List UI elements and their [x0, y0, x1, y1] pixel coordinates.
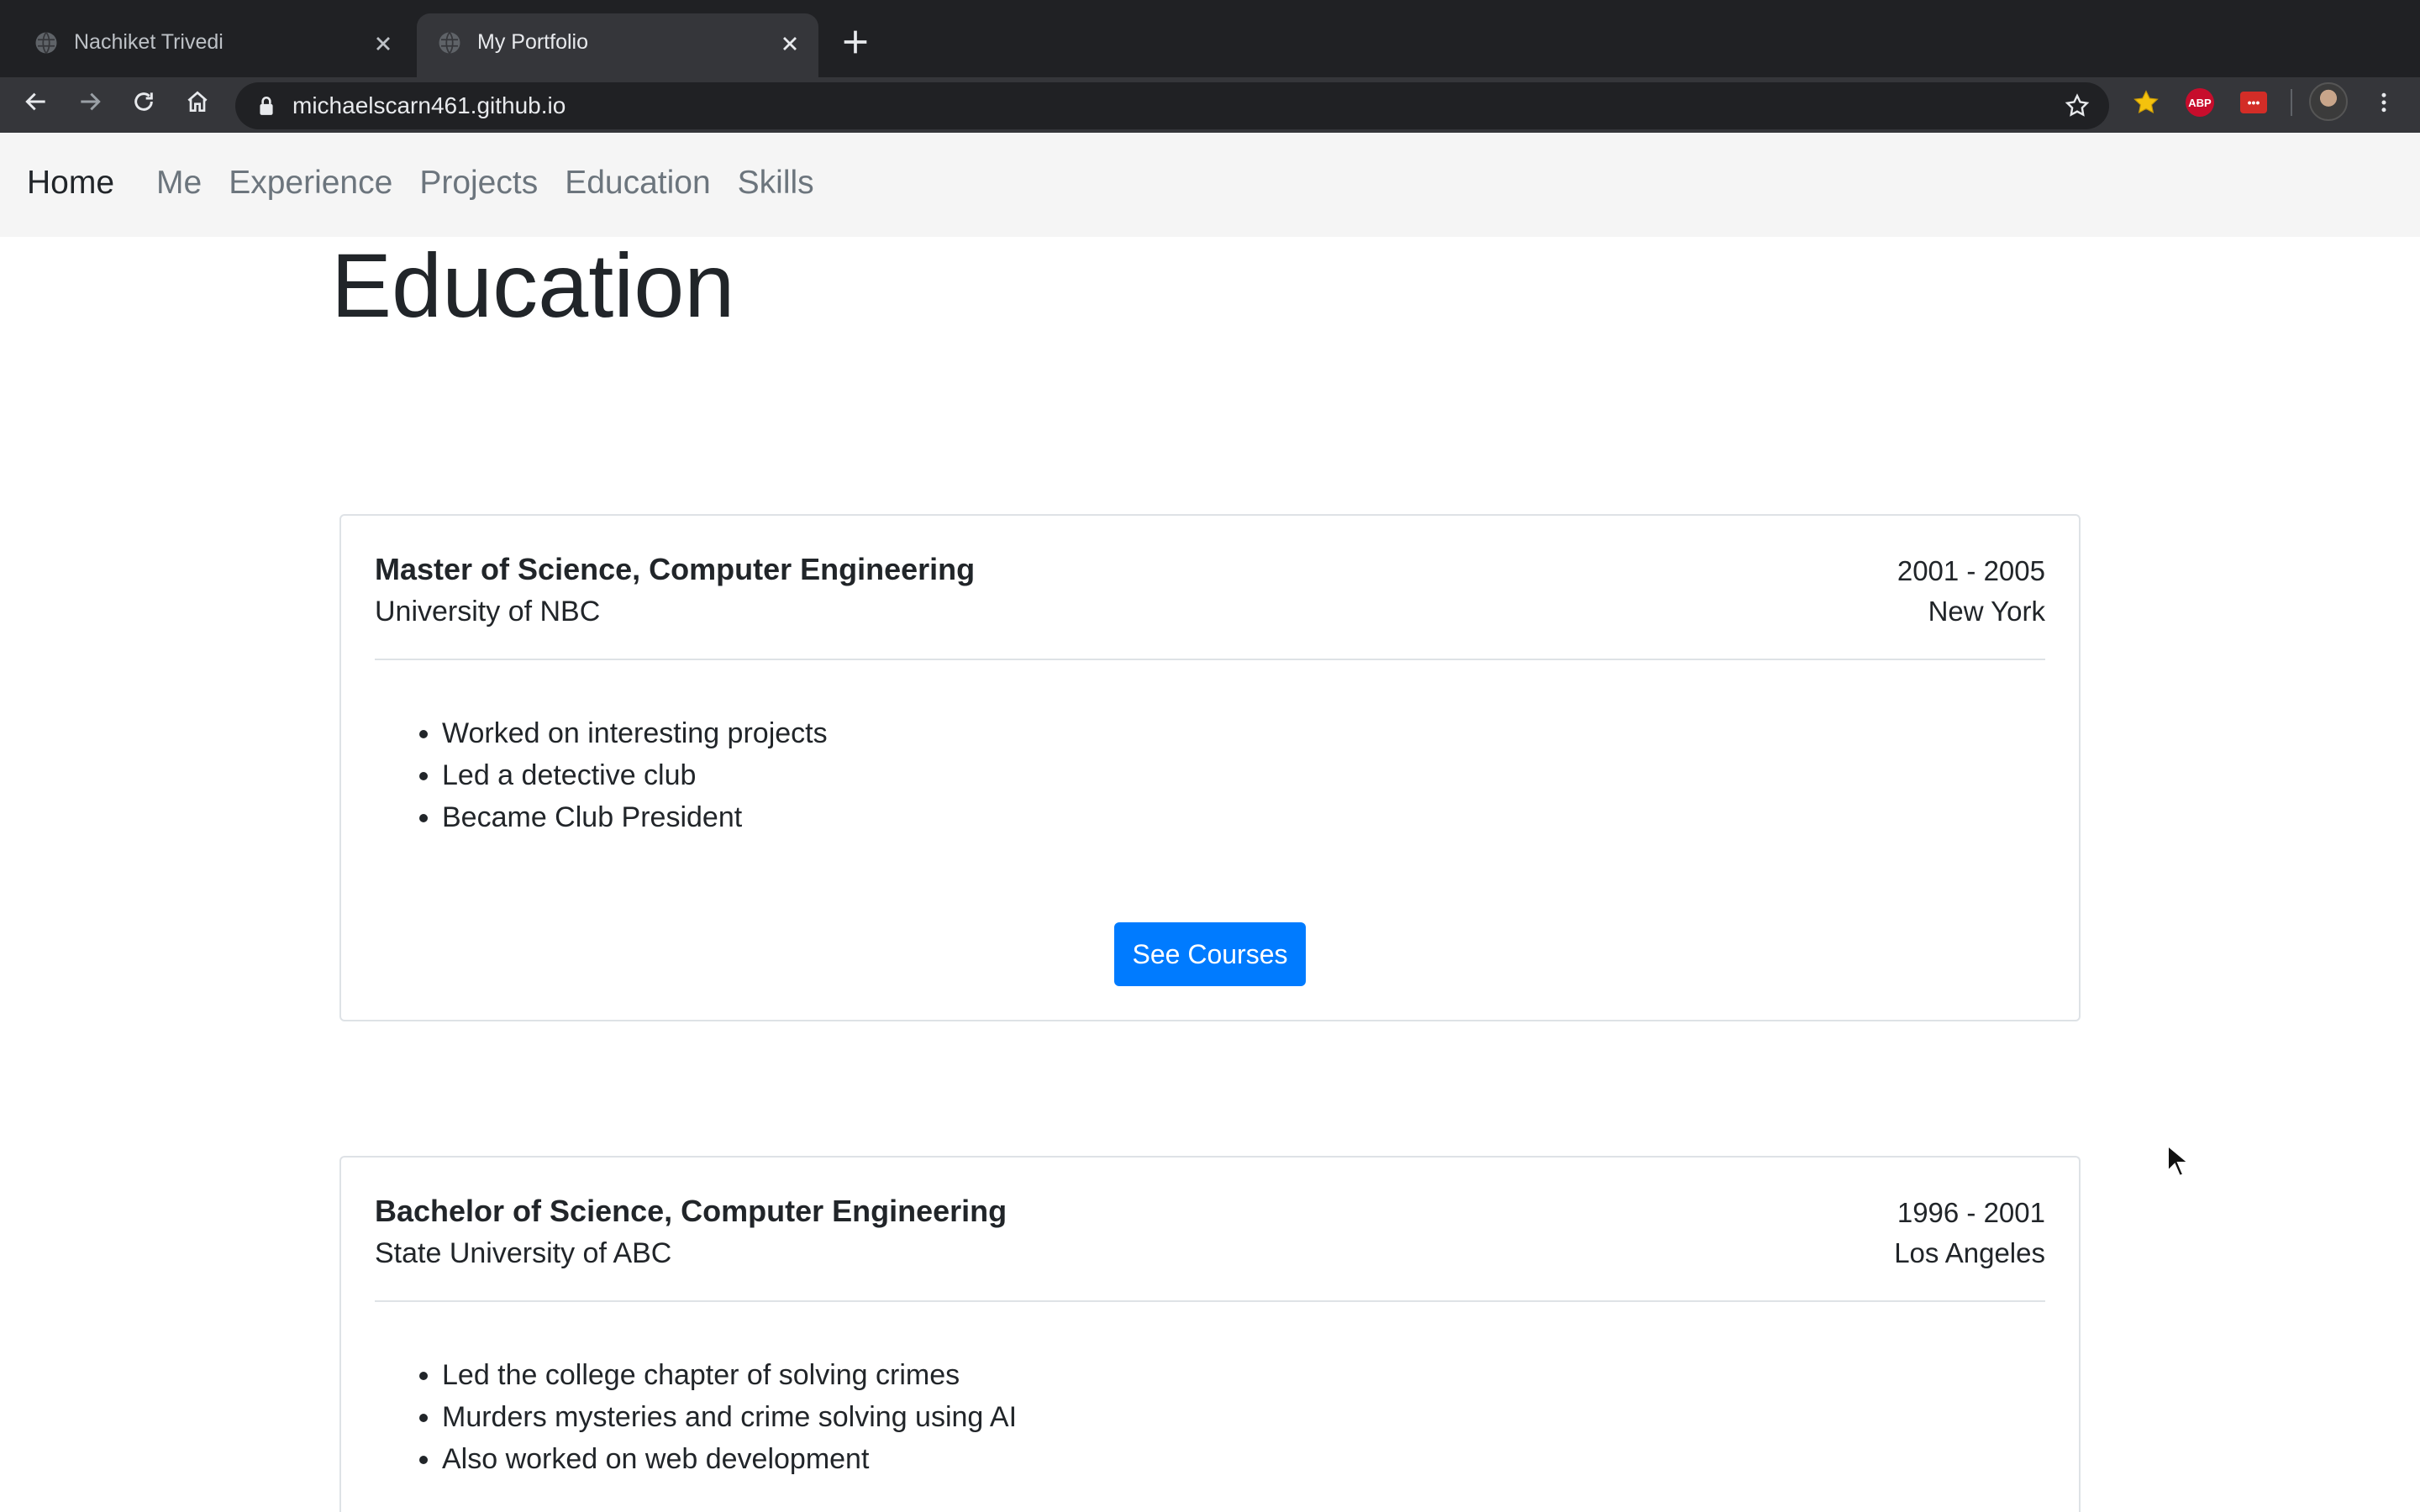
- nav-link-skills[interactable]: Skills: [738, 163, 814, 203]
- toolbar-divider: [2291, 89, 2292, 116]
- lastpass-icon: •••: [2240, 92, 2267, 113]
- adblock-extension-button[interactable]: ABP: [2183, 86, 2217, 119]
- list-item: Became Club President: [442, 796, 828, 838]
- location: New York: [1928, 596, 2045, 627]
- lastpass-extension-button[interactable]: •••: [2237, 86, 2270, 119]
- bookmark-extension-button[interactable]: [2129, 86, 2163, 119]
- forward-button[interactable]: [71, 82, 109, 121]
- adblock-icon: ABP: [2186, 88, 2214, 117]
- education-card: Master of Science, Computer Engineering …: [339, 514, 2081, 1021]
- nav-home[interactable]: Home: [27, 163, 114, 203]
- tab-title: Nachiket Trivedi: [74, 30, 224, 54]
- home-icon: [187, 91, 208, 112]
- list-item: Murders mysteries and crime solving usin…: [442, 1396, 1017, 1438]
- tab-title: My Portfolio: [477, 30, 588, 54]
- lock-icon: [260, 96, 273, 115]
- nav-link-experience[interactable]: Experience: [229, 163, 392, 203]
- highlights-list: Led the college chapter of solving crime…: [442, 1354, 1017, 1480]
- list-item: Led a detective club: [442, 754, 828, 796]
- browser-tab-strip: Nachiket Trivedi My Portfolio: [0, 0, 2420, 77]
- close-icon[interactable]: [371, 32, 395, 55]
- bookmark-star-icon[interactable]: [2064, 92, 2091, 119]
- section-title: Education: [331, 234, 735, 336]
- nav-link-me[interactable]: Me: [156, 163, 202, 203]
- divider: [375, 1300, 2045, 1302]
- star-filled-icon: [2133, 90, 2159, 113]
- list-item: Also worked on web development: [442, 1438, 1017, 1480]
- education-card: Bachelor of Science, Computer Engineerin…: [339, 1156, 2081, 1512]
- school-name: State University of ABC: [375, 1237, 672, 1269]
- url-text: michaelscarn461.github.io: [292, 92, 566, 118]
- globe-icon: [35, 31, 57, 55]
- profile-avatar[interactable]: [2309, 82, 2348, 121]
- reload-button[interactable]: [124, 82, 163, 121]
- back-button[interactable]: [17, 82, 55, 121]
- address-bar[interactable]: michaelscarn461.github.io: [235, 82, 2109, 129]
- nav-link-education[interactable]: Education: [565, 163, 710, 203]
- list-item: Led the college chapter of solving crime…: [442, 1354, 1017, 1396]
- arrow-right-icon: [81, 92, 101, 111]
- globe-icon: [439, 31, 460, 55]
- degree-title: Master of Science, Computer Engineering: [375, 552, 976, 586]
- site-navbar: Home Me Experience Projects Education Sk…: [0, 133, 2420, 237]
- adblock-label: ABP: [2188, 96, 2212, 109]
- more-menu-icon[interactable]: [2371, 87, 2396, 118]
- date-range: 2001 - 2005: [1897, 555, 2045, 586]
- divider: [375, 659, 2045, 660]
- date-range: 1996 - 2001: [1897, 1197, 2045, 1228]
- location: Los Angeles: [1894, 1237, 2045, 1268]
- nav-links: Me Experience Projects Education Skills: [156, 163, 841, 203]
- browser-tab-active[interactable]: My Portfolio: [417, 13, 818, 77]
- reload-icon: [134, 92, 153, 111]
- school-name: University of NBC: [375, 596, 601, 627]
- home-button[interactable]: [178, 82, 217, 121]
- highlights-list: Worked on interesting projects Led a det…: [442, 712, 828, 838]
- close-icon[interactable]: [778, 32, 802, 55]
- arrow-left-icon: [25, 92, 45, 111]
- nav-link-projects[interactable]: Projects: [419, 163, 538, 203]
- mouse-pointer-icon: [2167, 1144, 2190, 1178]
- browser-tab[interactable]: Nachiket Trivedi: [13, 13, 412, 77]
- see-courses-button[interactable]: See Courses: [1114, 922, 1306, 986]
- new-tab-icon[interactable]: [839, 25, 872, 59]
- degree-title: Bachelor of Science, Computer Engineerin…: [375, 1194, 1007, 1228]
- list-item: Worked on interesting projects: [442, 712, 828, 754]
